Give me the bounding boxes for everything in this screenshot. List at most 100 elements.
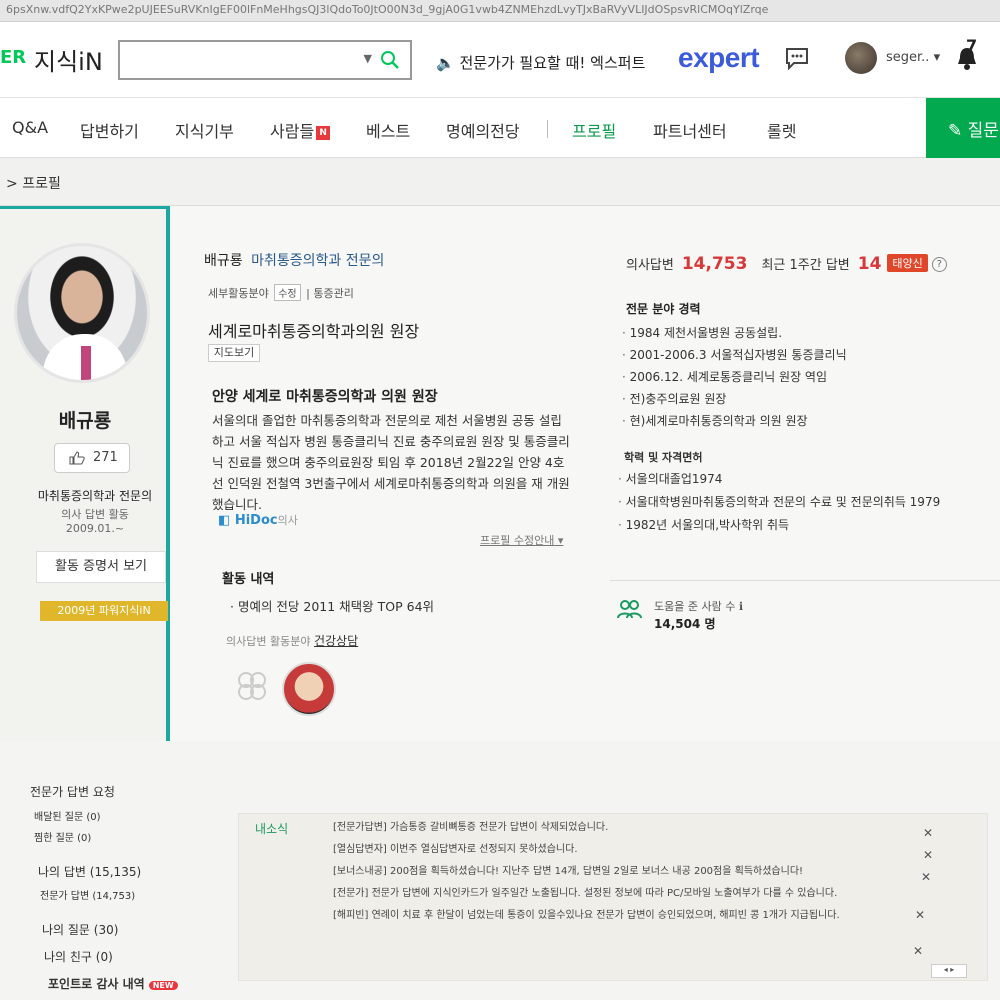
bottom-area: 전문가 답변 요청 배달된 질문 (0) 찜한 질문 (0) 나의 답변 (15… [0, 741, 1000, 1000]
expert-promo-text: 전문가가 필요할 때! 엑스퍼트 [459, 54, 646, 72]
character-badge-icon[interactable] [282, 662, 336, 716]
doctor-answers-label: 의사답변 [626, 258, 674, 273]
subfield-divider: | [306, 287, 310, 300]
profile-guide-link[interactable]: 프로필 수정안내 ▾ [480, 532, 563, 548]
sidebar-points-thanks[interactable]: 포인트로 감사 내역 NEW [48, 975, 178, 992]
answer-field-label: 의사답변 활동분야 [226, 635, 311, 648]
sun-god-badge: 태양신 [887, 254, 928, 272]
activity-item: · 명예의 전당 2011 채택왕 TOP 64위 [230, 599, 435, 614]
close-icon[interactable]: ✕ [921, 870, 931, 884]
naver-logo[interactable]: ER [0, 47, 26, 68]
help-icon[interactable]: ? [931, 257, 947, 272]
sidebar-expert-answers[interactable]: 전문가 답변 (14,753) [40, 887, 135, 902]
recent-week-count: 14 [857, 254, 882, 274]
subfield-row: 세부활동분야 수정 | 통증관리 [208, 284, 354, 301]
hidoc-logo[interactable]: ◧ HiDoc의사 [218, 512, 298, 528]
close-icon[interactable]: ✕ [923, 848, 933, 862]
answer-field-link[interactable]: 건강상담 [314, 634, 358, 648]
notice-item[interactable]: [전문가답변] 가슴통증 갈비뼈통증 전문가 답변이 삭제되었습니다. [333, 820, 913, 835]
profile-summary: 배규룡 271 마취통증의학과 전문의 의사 답변 활동 2009.01.~ 활… [0, 206, 170, 741]
search-input[interactable]: ▼ [118, 40, 412, 80]
sidebar-picked-questions[interactable]: 찜한 질문 (0) [34, 829, 91, 844]
map-button[interactable]: 지도보기 [208, 344, 260, 362]
kin-logo[interactable]: 지식iN [34, 42, 103, 77]
nav-partner-center[interactable]: 파트너센터 [653, 118, 727, 142]
hidoc-name: HiDoc [234, 513, 278, 528]
notice-list: [전문가답변] 가슴통증 갈비뼈통증 전문가 답변이 삭제되었습니다. [열심답… [333, 820, 913, 930]
profile-detail: 배규룡 마취통증의학과 전문의 세부활동분야 수정 | 통증관리 세계로마취통증… [170, 206, 600, 741]
notice-item[interactable]: [해피빈] 연례이 치료 후 한달이 넘었는데 통증이 있을수있나요 전문가 답… [333, 908, 913, 923]
answer-stats: 의사답변 14,753 최근 1주간 답변 14 태양신? [626, 254, 947, 274]
subfield-label: 세부활동분야 [208, 287, 269, 300]
doctor-answers-count: 14,753 [681, 254, 748, 274]
helped-label-text: 도움을 준 사람 수 [654, 600, 736, 613]
career-item: 현)세계로마취통증의학과 의원 원장 [622, 412, 982, 434]
user-menu[interactable]: seger.. ▾ [886, 50, 940, 65]
nav-best[interactable]: 베스트 [366, 118, 410, 142]
chat-icon[interactable] [784, 46, 810, 70]
grey-badge-icon[interactable] [232, 666, 272, 706]
like-button[interactable]: 271 [54, 443, 130, 473]
notice-pager[interactable]: ◂ ▸ [931, 964, 967, 978]
sidebar-my-questions[interactable]: 나의 질문 (30) [42, 921, 118, 938]
search-icon[interactable] [380, 50, 400, 70]
user-avatar[interactable] [845, 42, 877, 74]
ask-question-button[interactable]: ✎ 질문 [926, 98, 1000, 158]
answer-field-row: 의사답변 활동분야 건강상담 [226, 632, 358, 649]
sidebar-my-friends[interactable]: 나의 친구 (0) [44, 948, 113, 965]
subfield-edit-button[interactable]: 수정 [274, 284, 301, 301]
notice-item[interactable]: [열심답변자] 이번주 열심답변자로 선정되지 못하셨습니다. [333, 842, 913, 857]
career-item: 1984 제천서울병원 공동설립. [622, 324, 982, 346]
education-item: 서울대학병원마취통증의학과 전문의 수료 및 전문의취득 1979 [618, 493, 958, 512]
hidoc-suffix: 의사 [277, 514, 298, 527]
sidebar-expert-request[interactable]: 전문가 답변 요청 [30, 783, 115, 800]
intro-title: 안양 세계로 마취통증의학과 의원 원장 [212, 389, 438, 405]
notice-item[interactable]: [보너스내공] 200점을 획득하셨습니다! 지난주 답변 14개, 답변일 2… [333, 864, 913, 879]
profile-guide-text: 프로필 수정안내 [480, 534, 555, 547]
subfield-value: 통증관리 [313, 287, 354, 300]
info-icon[interactable]: ℹ [739, 600, 743, 613]
education-title: 학력 및 자격면허 [624, 451, 703, 464]
section-divider [610, 580, 1000, 581]
activity-certificate-button[interactable]: 활동 증명서 보기 [36, 551, 166, 583]
activity-item-text: 명예의 전당 2011 채택왕 TOP 64위 [237, 599, 435, 614]
notice-item[interactable]: [전문가] 전문가 답변에 지식인카드가 일주일간 노출됩니다. 설정된 정보에… [333, 886, 913, 901]
profile-photo[interactable] [14, 243, 150, 383]
career-title: 전문 분야 경력 [626, 302, 701, 316]
search-dropdown-icon[interactable]: ▼ [364, 52, 372, 65]
education-list: 서울의대졸업1974 서울대학병원마취통증의학과 전문의 수료 및 전문의취득 … [618, 470, 958, 539]
breadcrumb: > 프로필 [0, 158, 1000, 206]
close-icon[interactable]: ✕ [923, 826, 933, 840]
main-nav: Q&A 답변하기 지식기부 사람들 N 베스트 명예의전당 프로필 파트너센터 롤… [0, 98, 1000, 163]
expert-promo-link[interactable]: 🔈 전문가가 필요할 때! 엑스퍼트 [436, 52, 645, 73]
new-pill: NEW [148, 981, 178, 990]
career-list: 1984 제천서울병원 공동설립. 2001-2006.3 서울적십자병원 통증… [622, 324, 982, 434]
activity-title: 활동 내역 [222, 572, 275, 587]
education-item: 서울의대졸업1974 [618, 470, 958, 489]
sidebar-assigned-questions[interactable]: 배달된 질문 (0) [34, 808, 101, 823]
power-kin-badge: 2009년 파워지식iN [40, 601, 168, 621]
recent-week-label: 최근 1주간 답변 [761, 258, 850, 273]
nav-profile[interactable]: 프로필 [567, 118, 621, 163]
helped-count: 14,504 명 [654, 617, 716, 631]
pencil-icon: ✎ [948, 121, 963, 141]
nav-hall-of-fame[interactable]: 명예의전당 [446, 118, 520, 142]
close-icon[interactable]: ✕ [913, 944, 923, 958]
nav-donate[interactable]: 지식기부 [175, 118, 234, 142]
nav-people[interactable]: 사람들 N [270, 118, 331, 142]
expert-logo[interactable]: expert [678, 42, 760, 74]
hidoc-mark-icon: ◧ [218, 513, 231, 528]
notification-count: 7 [966, 36, 978, 55]
site-header: ER 지식iN ▼ 🔈 전문가가 필요할 때! 엑스퍼트 expert sege… [0, 22, 1000, 98]
nav-answer[interactable]: 답변하기 [80, 118, 139, 142]
nav-roulette[interactable]: 롤렛 [767, 118, 796, 142]
url-bar[interactable]: 6psXnw.vdfQ2YxKPwe2pUJEESuRVKnIgEF00lFnM… [0, 0, 1000, 22]
nav-divider [547, 120, 548, 138]
breadcrumb-current[interactable]: 프로필 [22, 176, 61, 192]
notice-box: 내소식 [전문가답변] 가슴통증 갈비뼈통증 전문가 답변이 삭제되었습니다. … [238, 813, 988, 981]
sidebar-my-answers[interactable]: 나의 답변 (15,135) [38, 863, 141, 880]
like-count: 271 [93, 450, 118, 465]
career-item: 2006.12. 세계로통증클리닉 원장 역임 [622, 368, 982, 390]
nav-qa[interactable]: Q&A [12, 118, 48, 137]
close-icon[interactable]: ✕ [915, 908, 925, 922]
